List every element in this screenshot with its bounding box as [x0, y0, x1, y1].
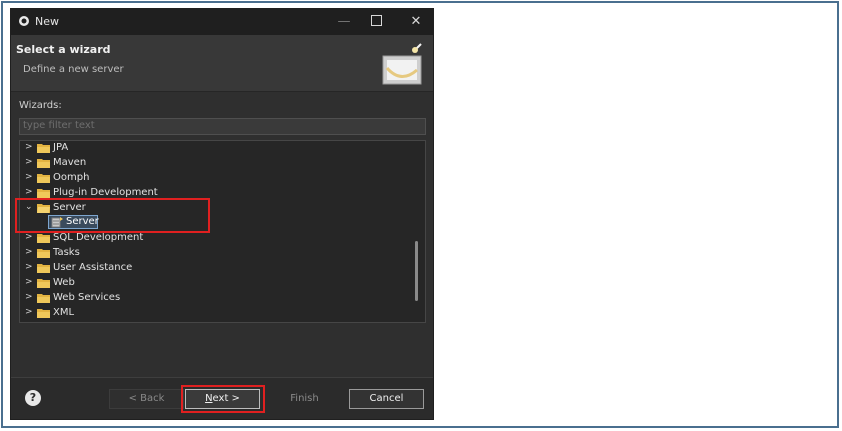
wizard-footer: ? < Back Next > Finish Cancel: [11, 377, 433, 419]
tree-child-server-selected[interactable]: Server: [48, 215, 99, 229]
chevron-right-icon[interactable]: >: [25, 277, 34, 287]
tree-item-label: User Assistance: [53, 262, 133, 273]
tree-child-label: Server: [66, 216, 99, 227]
tree-item-label: JPA: [53, 142, 69, 153]
maximize-button[interactable]: [357, 9, 395, 35]
next-label: ext >: [212, 393, 240, 404]
page-description: Define a new server: [23, 64, 124, 75]
tree-item-maven[interactable]: > Maven: [20, 156, 410, 171]
wizard-header: Select a wizard Define a new server: [11, 35, 433, 92]
folder-icon: [37, 279, 50, 288]
window-title: New: [35, 15, 59, 28]
chevron-down-icon[interactable]: ⌄: [25, 202, 34, 212]
folder-icon: [37, 144, 50, 153]
wizards-label: Wizards:: [19, 100, 62, 111]
next-button[interactable]: Next >: [185, 389, 260, 409]
tree-item-jpa[interactable]: > JPA: [20, 141, 410, 156]
filter-input[interactable]: type filter text: [19, 118, 426, 135]
chevron-right-icon[interactable]: >: [25, 262, 34, 272]
tree-item-tasks[interactable]: > Tasks: [20, 246, 410, 261]
new-wizard-dialog: New — ✕ Select a wizard Define a new ser…: [10, 8, 434, 420]
finish-button[interactable]: Finish: [267, 389, 342, 409]
folder-icon: [37, 234, 50, 243]
chevron-right-icon[interactable]: >: [25, 307, 34, 317]
folder-icon: [37, 294, 50, 303]
chevron-right-icon[interactable]: >: [25, 292, 34, 302]
folder-open-icon: [37, 204, 50, 213]
next-mnemonic: N: [205, 393, 213, 404]
tree-item-user-assistance[interactable]: > User Assistance: [20, 261, 410, 276]
wizard-banner-icon: [382, 43, 422, 85]
back-button[interactable]: < Back: [109, 389, 184, 409]
wizard-tree[interactable]: > JPA > Maven > Oomph > Plug-in Developm…: [19, 140, 426, 323]
tree-item-label: Maven: [53, 157, 87, 168]
tree-item-web-services[interactable]: > Web Services: [20, 291, 410, 306]
tree-item-label: Tasks: [53, 247, 80, 258]
eclipse-app-icon: [19, 16, 29, 26]
tree-item-server[interactable]: ⌄ Server: [20, 201, 410, 216]
tree-item-plugin-development[interactable]: > Plug-in Development: [20, 186, 410, 201]
tree-item-label: SQL Development: [53, 232, 144, 243]
title-bar: New — ✕: [11, 9, 433, 35]
tree-item-label: Web Services: [53, 292, 121, 303]
chevron-right-icon[interactable]: >: [25, 187, 34, 197]
tree-item-label: Server: [53, 202, 86, 213]
server-wizard-icon: [51, 217, 63, 228]
tree-scrollbar[interactable]: [415, 241, 418, 301]
tree-item-oomph[interactable]: > Oomph: [20, 171, 410, 186]
folder-icon: [37, 309, 50, 318]
tree-item-sql-development[interactable]: > SQL Development: [20, 231, 410, 246]
chevron-right-icon[interactable]: >: [25, 142, 34, 152]
folder-icon: [37, 189, 50, 198]
chevron-right-icon[interactable]: >: [25, 232, 34, 242]
folder-icon: [37, 264, 50, 273]
tree-item-xml[interactable]: > XML: [20, 306, 410, 321]
chevron-right-icon[interactable]: >: [25, 247, 34, 257]
tree-item-label: XML: [53, 307, 75, 318]
page-title: Select a wizard: [16, 43, 111, 56]
tree-item-label: Web: [53, 277, 75, 288]
tree-item-label: Oomph: [53, 172, 90, 183]
wizard-body: Wizards: type filter text > JPA > Maven …: [11, 92, 433, 377]
folder-icon: [37, 174, 50, 183]
chevron-right-icon[interactable]: >: [25, 172, 34, 182]
chevron-right-icon[interactable]: >: [25, 157, 34, 167]
tree-item-label: Plug-in Development: [53, 187, 158, 198]
close-button[interactable]: ✕: [397, 9, 433, 35]
help-icon[interactable]: ?: [25, 390, 41, 406]
folder-icon: [37, 249, 50, 258]
cancel-button[interactable]: Cancel: [349, 389, 424, 409]
folder-icon: [37, 159, 50, 168]
maximize-icon: [370, 15, 382, 26]
tree-item-web[interactable]: > Web: [20, 276, 410, 291]
